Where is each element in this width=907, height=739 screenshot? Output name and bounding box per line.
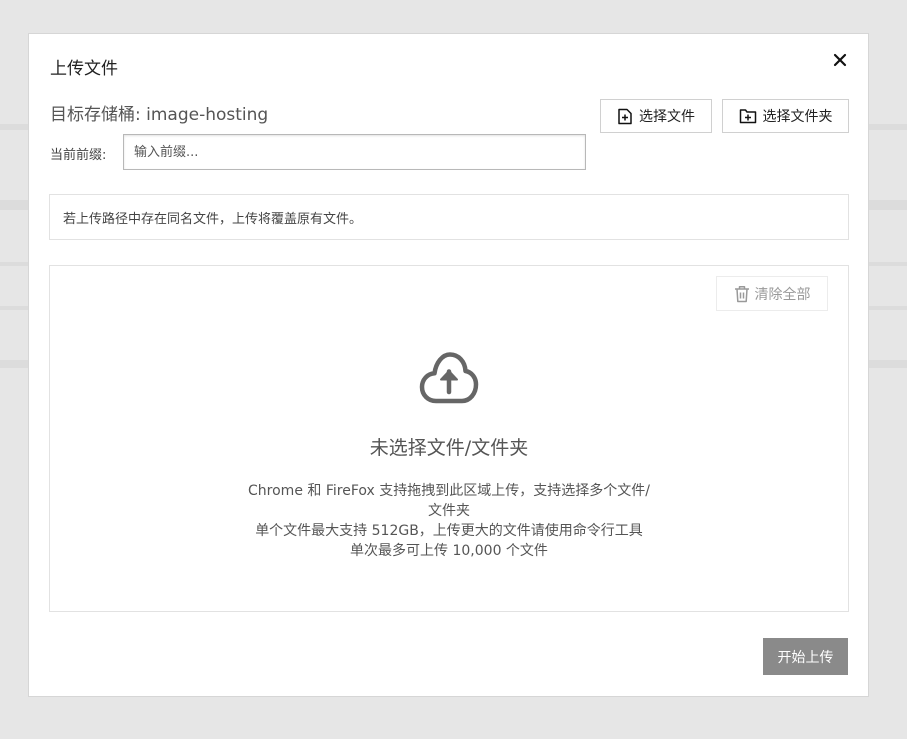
file-plus-icon (618, 108, 632, 124)
instruction-line: 单次最多可上传 10,000 个文件 (350, 543, 548, 559)
upload-dialog: 上传文件 目标存储桶: image-hosting 选择文件 选择文件夹 当前前… (28, 33, 869, 697)
upload-dropzone[interactable]: 清除全部 未选择文件/文件夹 Chrome 和 FireFox 支持拖拽到此区域… (49, 265, 849, 612)
select-folder-button[interactable]: 选择文件夹 (722, 99, 849, 133)
folder-plus-icon (739, 109, 756, 124)
overwrite-notice: 若上传路径中存在同名文件，上传将覆盖原有文件。 (49, 194, 849, 240)
prefix-label: 当前前缀: (50, 148, 107, 163)
cloud-upload-icon (419, 352, 479, 404)
instruction-line: 单个文件最大支持 512GB，上传更大的文件请使用命令行工具 (255, 523, 643, 539)
close-icon (833, 53, 847, 67)
select-file-label: 选择文件 (639, 109, 695, 125)
clear-all-label: 清除全部 (754, 286, 811, 303)
instruction-line: Chrome 和 FireFox 支持拖拽到此区域上传，支持选择多个文件/文件夹 (248, 483, 650, 519)
prefix-input[interactable] (123, 134, 586, 170)
empty-state-title: 未选择文件/文件夹 (369, 437, 529, 459)
dialog-title: 上传文件 (50, 59, 118, 79)
target-bucket: 目标存储桶: image-hosting (50, 105, 269, 125)
select-file-button[interactable]: 选择文件 (600, 99, 712, 133)
upload-instructions: Chrome 和 FireFox 支持拖拽到此区域上传，支持选择多个文件/文件夹… (245, 481, 653, 561)
close-button[interactable] (830, 50, 850, 70)
select-folder-label: 选择文件夹 (762, 109, 833, 125)
clear-all-button[interactable]: 清除全部 (716, 276, 828, 311)
trash-icon (734, 285, 749, 302)
notice-text: 若上传路径中存在同名文件，上传将覆盖原有文件。 (63, 211, 363, 227)
start-upload-button[interactable]: 开始上传 (763, 638, 848, 675)
